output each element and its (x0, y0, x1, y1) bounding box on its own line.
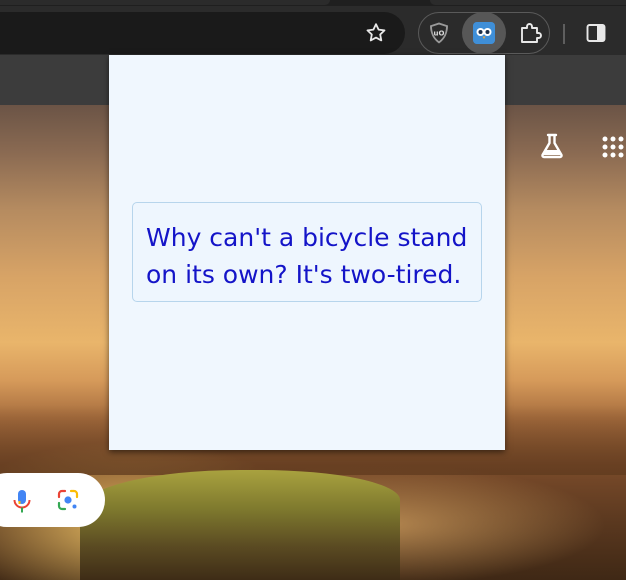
tab-strip (0, 0, 626, 6)
address-bar[interactable] (0, 12, 405, 54)
apps-grid-icon[interactable] (600, 134, 626, 160)
joke-text-line-1: Why can't a bicycle stand (146, 223, 468, 252)
tab-edge[interactable] (430, 0, 626, 5)
ublock-origin-icon[interactable]: uO (428, 21, 450, 45)
puzzle-icon[interactable] (517, 20, 543, 46)
toolbar-divider (563, 24, 565, 44)
side-panel-icon[interactable] (585, 22, 607, 44)
owl-extension-icon[interactable] (473, 22, 495, 44)
joke-text-line-2: on its own? It's two-tired. (146, 260, 462, 289)
microphone-icon[interactable] (11, 488, 33, 514)
active-tab-edge[interactable] (0, 0, 330, 5)
google-lens-icon[interactable] (56, 488, 80, 512)
svg-text:uO: uO (434, 30, 445, 38)
flask-icon[interactable] (537, 131, 567, 161)
star-icon[interactable] (364, 21, 388, 45)
joke-card: Why can't a bicycle stand on its own? It… (132, 202, 482, 302)
wallpaper-cliff (80, 470, 400, 580)
